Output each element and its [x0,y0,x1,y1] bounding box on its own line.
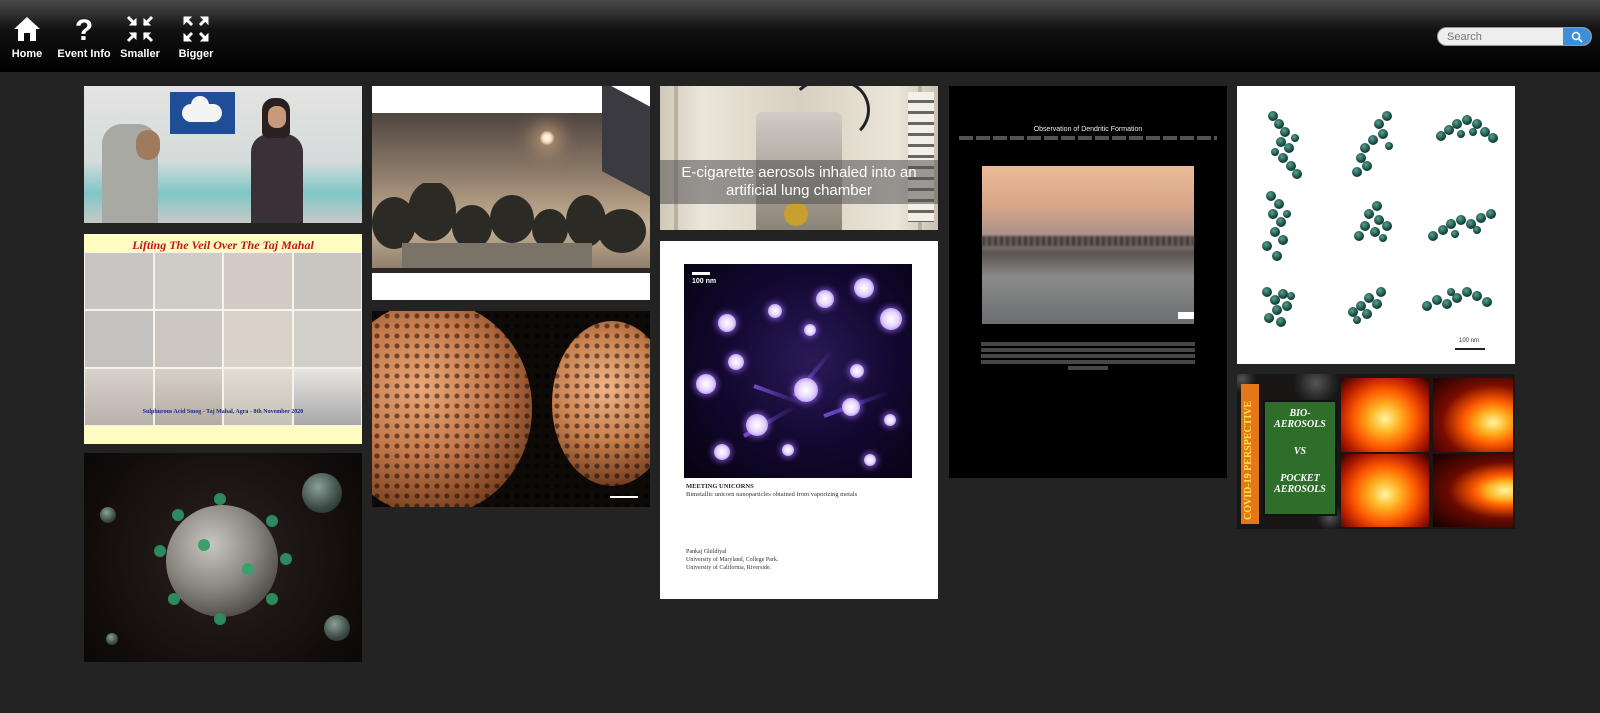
gallery-tile-presenters[interactable] [84,86,362,223]
gallery-tile-meeting-unicorns[interactable]: 100 nm MEETING UNICORNS Bimetallic unico… [660,241,938,599]
expand-arrows-icon [183,16,209,42]
home-label: Home [11,48,43,60]
gallery-tile-taj-mahal-poster[interactable]: Lifting The Veil Over The Taj Mahal Sulp… [84,234,362,444]
gallery-tile-pollen-sem[interactable] [372,311,650,507]
question-mark-icon: ? [75,14,93,44]
poster-title: Observation of Dendritic Formation [1033,126,1143,133]
presenter-figure [102,124,160,223]
covid-perspective-banner: COVID-19 PERSPECTIVE [1241,384,1259,524]
thermal-hand-image [1341,454,1429,527]
scale-label: 100 nm [692,278,717,285]
cloud-picture [170,92,235,134]
poster-caption: Sulphurous Acid Smog - Taj Mahal, Agra -… [142,409,304,415]
home-icon [14,17,40,41]
scale-bar [1455,348,1485,350]
thermal-hand-image [1341,378,1429,452]
home-button[interactable]: Home [0,14,59,64]
thermal-hand-image [1433,378,1513,452]
smoky-sky-photo [372,86,650,273]
poster-authors: Pankaj Ghildiyal University of Maryland,… [686,549,779,571]
event-info-label: Event Info [57,48,111,60]
bio-vs-pocket-label: BIO- AEROSOLS VS POCKET AEROSOLS [1263,400,1337,516]
poster-title: MEETING UNICORNS [686,483,754,490]
event-info-button[interactable]: ? Event Info [52,14,116,64]
video-caption: E-cigarette aerosols inhaled into an art… [660,160,938,204]
search-input[interactable] [1438,28,1562,45]
aggregate-particles [1262,111,1498,327]
bigger-button[interactable]: Bigger [164,14,228,64]
virus-particle [166,505,278,617]
gallery-tile-dendritic-formation[interactable]: Observation of Dendritic Formation [949,86,1227,478]
scale-bar [610,496,638,498]
taj-mahal-photo-grid [84,252,362,426]
svg-text:?: ? [75,14,93,44]
presenter-figure [251,134,303,223]
gallery-tile-smoky-sunset[interactable] [372,86,650,300]
bigger-label: Bigger [178,48,214,60]
poster-title: Lifting The Veil Over The Taj Mahal [132,238,314,252]
poster-subtitle: Bimetallic unicorn nanoparticles obtaine… [686,491,858,498]
dendrite-photo [982,166,1194,324]
gallery-tile-virus[interactable] [84,453,362,662]
gallery-tile-aggregates[interactable]: 100 nm [1237,86,1515,364]
scale-bar [692,272,710,275]
search-icon [1571,31,1583,43]
poster-description [981,340,1195,372]
search-button[interactable] [1563,28,1591,45]
collapse-arrows-icon [126,15,154,43]
gallery-tile-covid-aerosols[interactable]: COVID-19 PERSPECTIVE BIO- AEROSOLS VS PO… [1237,374,1515,529]
scale-label: 100 nm [1459,338,1480,344]
search-box [1437,27,1592,46]
thermal-hand-image [1433,454,1513,527]
smaller-button[interactable]: Smaller [108,14,172,64]
top-toolbar: Home ? Event Info Smaller Bigger [0,0,1600,72]
smaller-label: Smaller [120,48,160,60]
gallery-tile-lung-chamber[interactable]: E-cigarette aerosols inhaled into an art… [660,86,938,230]
nanoparticle-image: 100 nm [684,264,912,478]
